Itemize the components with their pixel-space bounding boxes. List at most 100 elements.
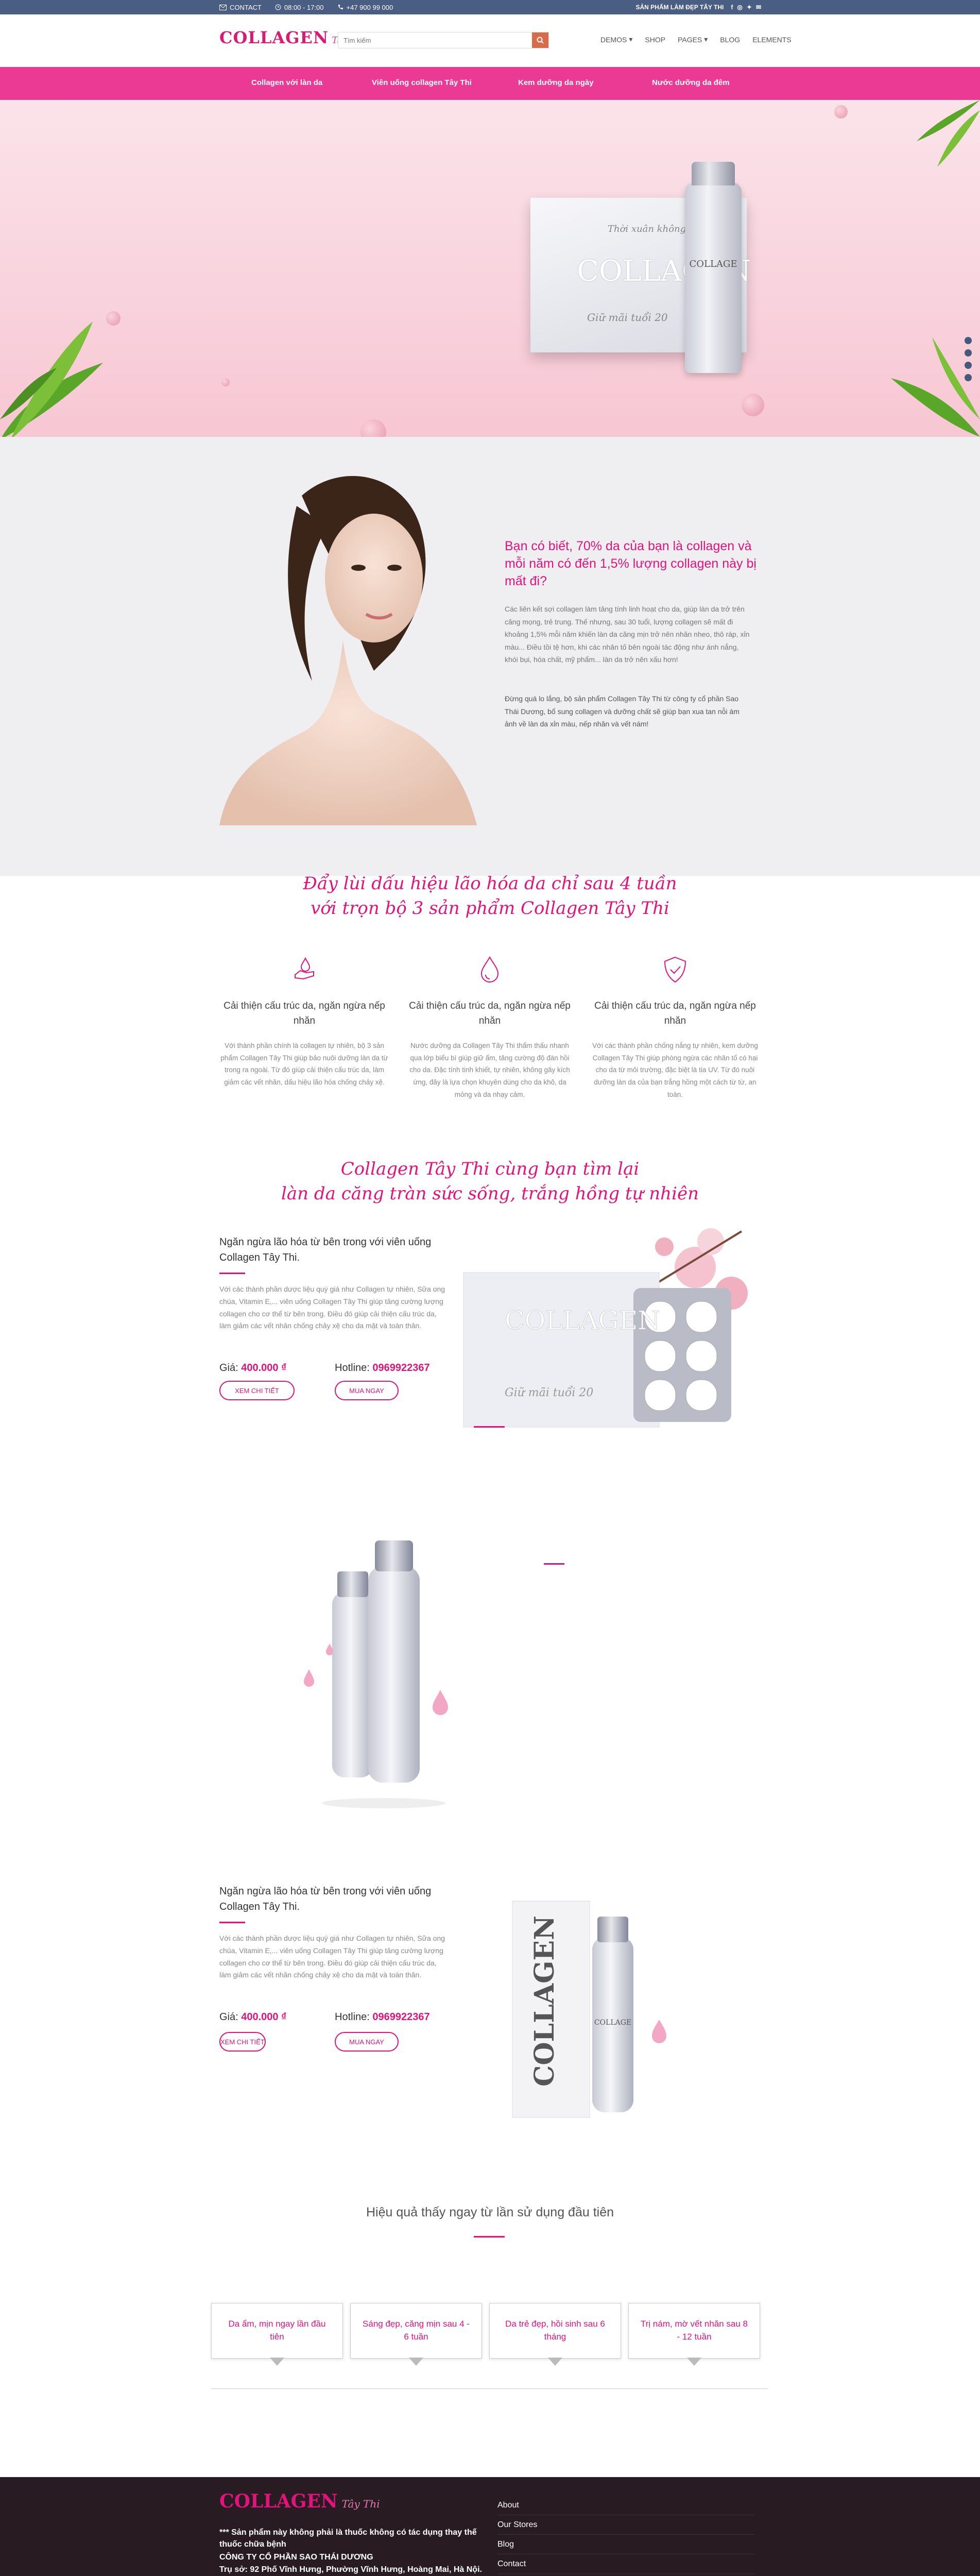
product-1-info: Ngăn ngừa lão hóa từ bên trong với viên … bbox=[219, 1234, 446, 1332]
about-paragraph-1: Các liên kết sợi collagen làm tăng tính … bbox=[505, 605, 750, 664]
section-divider bbox=[544, 1563, 564, 1565]
section-dot[interactable] bbox=[965, 374, 972, 381]
instagram-icon[interactable]: ◎ bbox=[737, 4, 742, 11]
nav-shop[interactable]: SHOP bbox=[645, 35, 665, 44]
nav-pages[interactable]: PAGES ▾ bbox=[678, 35, 708, 44]
nav-demos[interactable]: DEMOS ▾ bbox=[600, 35, 632, 44]
footer-company: CÔNG TY CỔ PHẦN SAO THÁI DƯƠNG bbox=[219, 2553, 373, 2562]
bottle-label: COLLAGE bbox=[689, 259, 737, 269]
nav-blog[interactable]: BLOG bbox=[720, 35, 740, 44]
phone-text: +47 900 99 000 bbox=[346, 3, 393, 11]
bubble-decoration bbox=[360, 419, 386, 437]
nav-elements[interactable]: ELEMENTS bbox=[752, 35, 791, 44]
section-divider bbox=[474, 2236, 505, 2238]
contact-link[interactable]: CONTACT bbox=[219, 4, 262, 11]
timeline-arrow bbox=[548, 2358, 562, 2366]
contact-label: CONTACT bbox=[230, 3, 262, 11]
price-value: 400.000 ₫ bbox=[241, 1362, 287, 1374]
section-nav-dots bbox=[965, 337, 972, 381]
view-detail-button[interactable]: XEM CHI TIẾT bbox=[219, 2032, 266, 2052]
tagline: SẢN PHẨM LÀM ĐẸP TÂY THI bbox=[635, 4, 724, 11]
twitter-icon[interactable]: ✦ bbox=[747, 4, 752, 11]
facebook-icon[interactable]: f bbox=[731, 4, 733, 11]
nav-pages-label: PAGES bbox=[678, 35, 702, 44]
benefits-title: Đẩy lùi dấu hiệu lão hóa da chỉ sau 4 tu… bbox=[0, 872, 980, 921]
timeline-arrow bbox=[687, 2358, 701, 2366]
footer-links: About Our Stores Blog Contact bbox=[497, 2496, 755, 2574]
footer-disclaimer: *** Sản phẩm này không phải là thuốc khô… bbox=[219, 2528, 477, 2549]
hours: 08:00 - 17:00 bbox=[275, 4, 324, 11]
benefits-title-line2: với trọn bộ 3 sản phẩm Collagen Tây Thi bbox=[311, 897, 669, 919]
email-icon[interactable]: ✉ bbox=[756, 4, 761, 11]
menu-item-night-toner[interactable]: Nước dưỡng da đêm bbox=[652, 78, 730, 87]
product-bottle-image: COLLAGE bbox=[685, 162, 742, 373]
product-2-hotline: Hotline: 0969922367 bbox=[335, 2011, 430, 2023]
product-2-info: Ngăn ngừa lão hóa từ bên trong với viên … bbox=[219, 1884, 446, 1981]
bottle-cap bbox=[692, 162, 735, 185]
menu-item-collagen-skin[interactable]: Collagen với làn da bbox=[251, 78, 322, 87]
product-1-image: COLLAGEN Giữ mãi tuổi 20 bbox=[463, 1228, 748, 1428]
timeline-step: Sáng đẹp, căng mịn sau 4 - 6 tuần bbox=[350, 2303, 482, 2359]
section-dot[interactable] bbox=[965, 337, 972, 344]
menu-item-day-cream[interactable]: Kem dưỡng da ngày bbox=[518, 78, 594, 87]
benefit-text: Với các thành phần chống nắng tự nhiên, … bbox=[592, 1042, 758, 1098]
search-bar bbox=[338, 32, 549, 48]
box-brand-vertical: COLLAGEN bbox=[529, 1916, 560, 2087]
chevron-down-icon: ▾ bbox=[704, 35, 708, 43]
buy-now-button[interactable]: MUA NGAY bbox=[335, 1381, 399, 1400]
section-dot[interactable] bbox=[965, 349, 972, 357]
search-icon bbox=[537, 37, 544, 44]
hotline-label: Hotline: bbox=[335, 1362, 370, 1374]
footer-link-contact[interactable]: Contact bbox=[497, 2554, 755, 2574]
benefit-card: Cải thiện cấu trúc da, ngăn ngừa nếp nhă… bbox=[590, 954, 760, 1100]
timeline-title: Hiệu quả thấy ngay từ lần sử dụng đầu ti… bbox=[366, 2205, 614, 2219]
leaf-decoration-top-right bbox=[917, 100, 980, 167]
benefit-text: Với thành phần chính là collagen tự nhiê… bbox=[220, 1042, 388, 1086]
clock-icon bbox=[275, 4, 281, 10]
section-dot[interactable] bbox=[965, 362, 972, 369]
search-input[interactable] bbox=[338, 32, 532, 48]
bubble-decoration bbox=[834, 105, 848, 118]
hotline-value: 0969922367 bbox=[372, 2011, 430, 2023]
footer-logo[interactable]: COLLAGEN Tây Thi bbox=[219, 2490, 380, 2512]
footer: COLLAGEN Tây Thi *** Sản phẩm này không … bbox=[0, 2477, 980, 2576]
serum-bottles-image bbox=[304, 1540, 448, 1808]
bottle-label: COLLAGE bbox=[594, 2019, 631, 2027]
bubble-decoration bbox=[221, 378, 230, 386]
hero-slider[interactable]: Thời xuân không tuổi COLLAGEN Giữ mãi tu… bbox=[0, 100, 980, 437]
title-underline bbox=[219, 1922, 245, 1923]
footer-link-blog[interactable]: Blog bbox=[497, 2535, 755, 2554]
product-1-price: Giá: 400.000 ₫ bbox=[219, 1362, 286, 1374]
product-2-price: Giá: 400.000 ₫ bbox=[219, 2011, 286, 2023]
search-button[interactable] bbox=[532, 32, 548, 48]
phone[interactable]: +47 900 99 000 bbox=[337, 4, 393, 11]
view-detail-button[interactable]: XEM CHI TIẾT bbox=[219, 1381, 295, 1400]
benefit-title: Cải thiện cấu trúc da, ngăn ngừa nếp nhă… bbox=[223, 1001, 385, 1026]
timeline-step: Da ẩm, mịn ngay lần đầu tiên bbox=[211, 2303, 343, 2359]
benefit-title: Cải thiện cấu trúc da, ngăn ngừa nếp nhă… bbox=[594, 1001, 756, 1026]
footer-logo-main: COLLAGEN bbox=[219, 2490, 338, 2512]
timeline-step: Da trẻ đẹp, hồi sinh sau 6 tháng bbox=[489, 2303, 621, 2359]
main-nav: DEMOS ▾ SHOP PAGES ▾ BLOG ELEMENTS bbox=[600, 35, 792, 44]
nav-demos-label: DEMOS bbox=[600, 35, 627, 44]
logo-main: COLLAGEN bbox=[219, 28, 329, 47]
product-description: Với các thành phần dược liệu quý giá như… bbox=[219, 1285, 445, 1330]
footer-address: Trụ sở: 92 Phố Vĩnh Hưng, Phường Vĩnh Hư… bbox=[219, 2565, 482, 2574]
section-divider bbox=[474, 1426, 505, 1428]
benefit-card: Cải thiện cấu trúc da, ngăn ngừa nếp nhă… bbox=[405, 954, 575, 1100]
droplet-icon bbox=[480, 956, 499, 982]
phone-icon bbox=[338, 5, 343, 10]
products-title-line2: làn da căng tràn sức sống, trắng hồng tự… bbox=[281, 1183, 699, 1204]
product-title: Ngăn ngừa lão hóa từ bên trong với viên … bbox=[219, 1236, 432, 1263]
box-brand-text: COLLAGEN bbox=[505, 1306, 660, 1335]
hours-text: 08:00 - 17:00 bbox=[284, 3, 324, 11]
footer-link-stores[interactable]: Our Stores bbox=[497, 2515, 755, 2535]
top-bar: CONTACT 08:00 - 17:00 +47 900 99 000 SẢN… bbox=[0, 0, 980, 14]
product-description: Với các thành phần dược liệu quý giá như… bbox=[219, 1934, 445, 1979]
footer-link-about[interactable]: About bbox=[497, 2496, 755, 2515]
title-underline bbox=[219, 1273, 245, 1274]
menu-item-capsules[interactable]: Viên uống collagen Tây Thi bbox=[372, 78, 472, 87]
buy-now-button[interactable]: MUA NGAY bbox=[335, 2032, 399, 2052]
product-1-hotline: Hotline: 0969922367 bbox=[335, 1362, 430, 1374]
hotline-label: Hotline: bbox=[335, 2011, 370, 2023]
